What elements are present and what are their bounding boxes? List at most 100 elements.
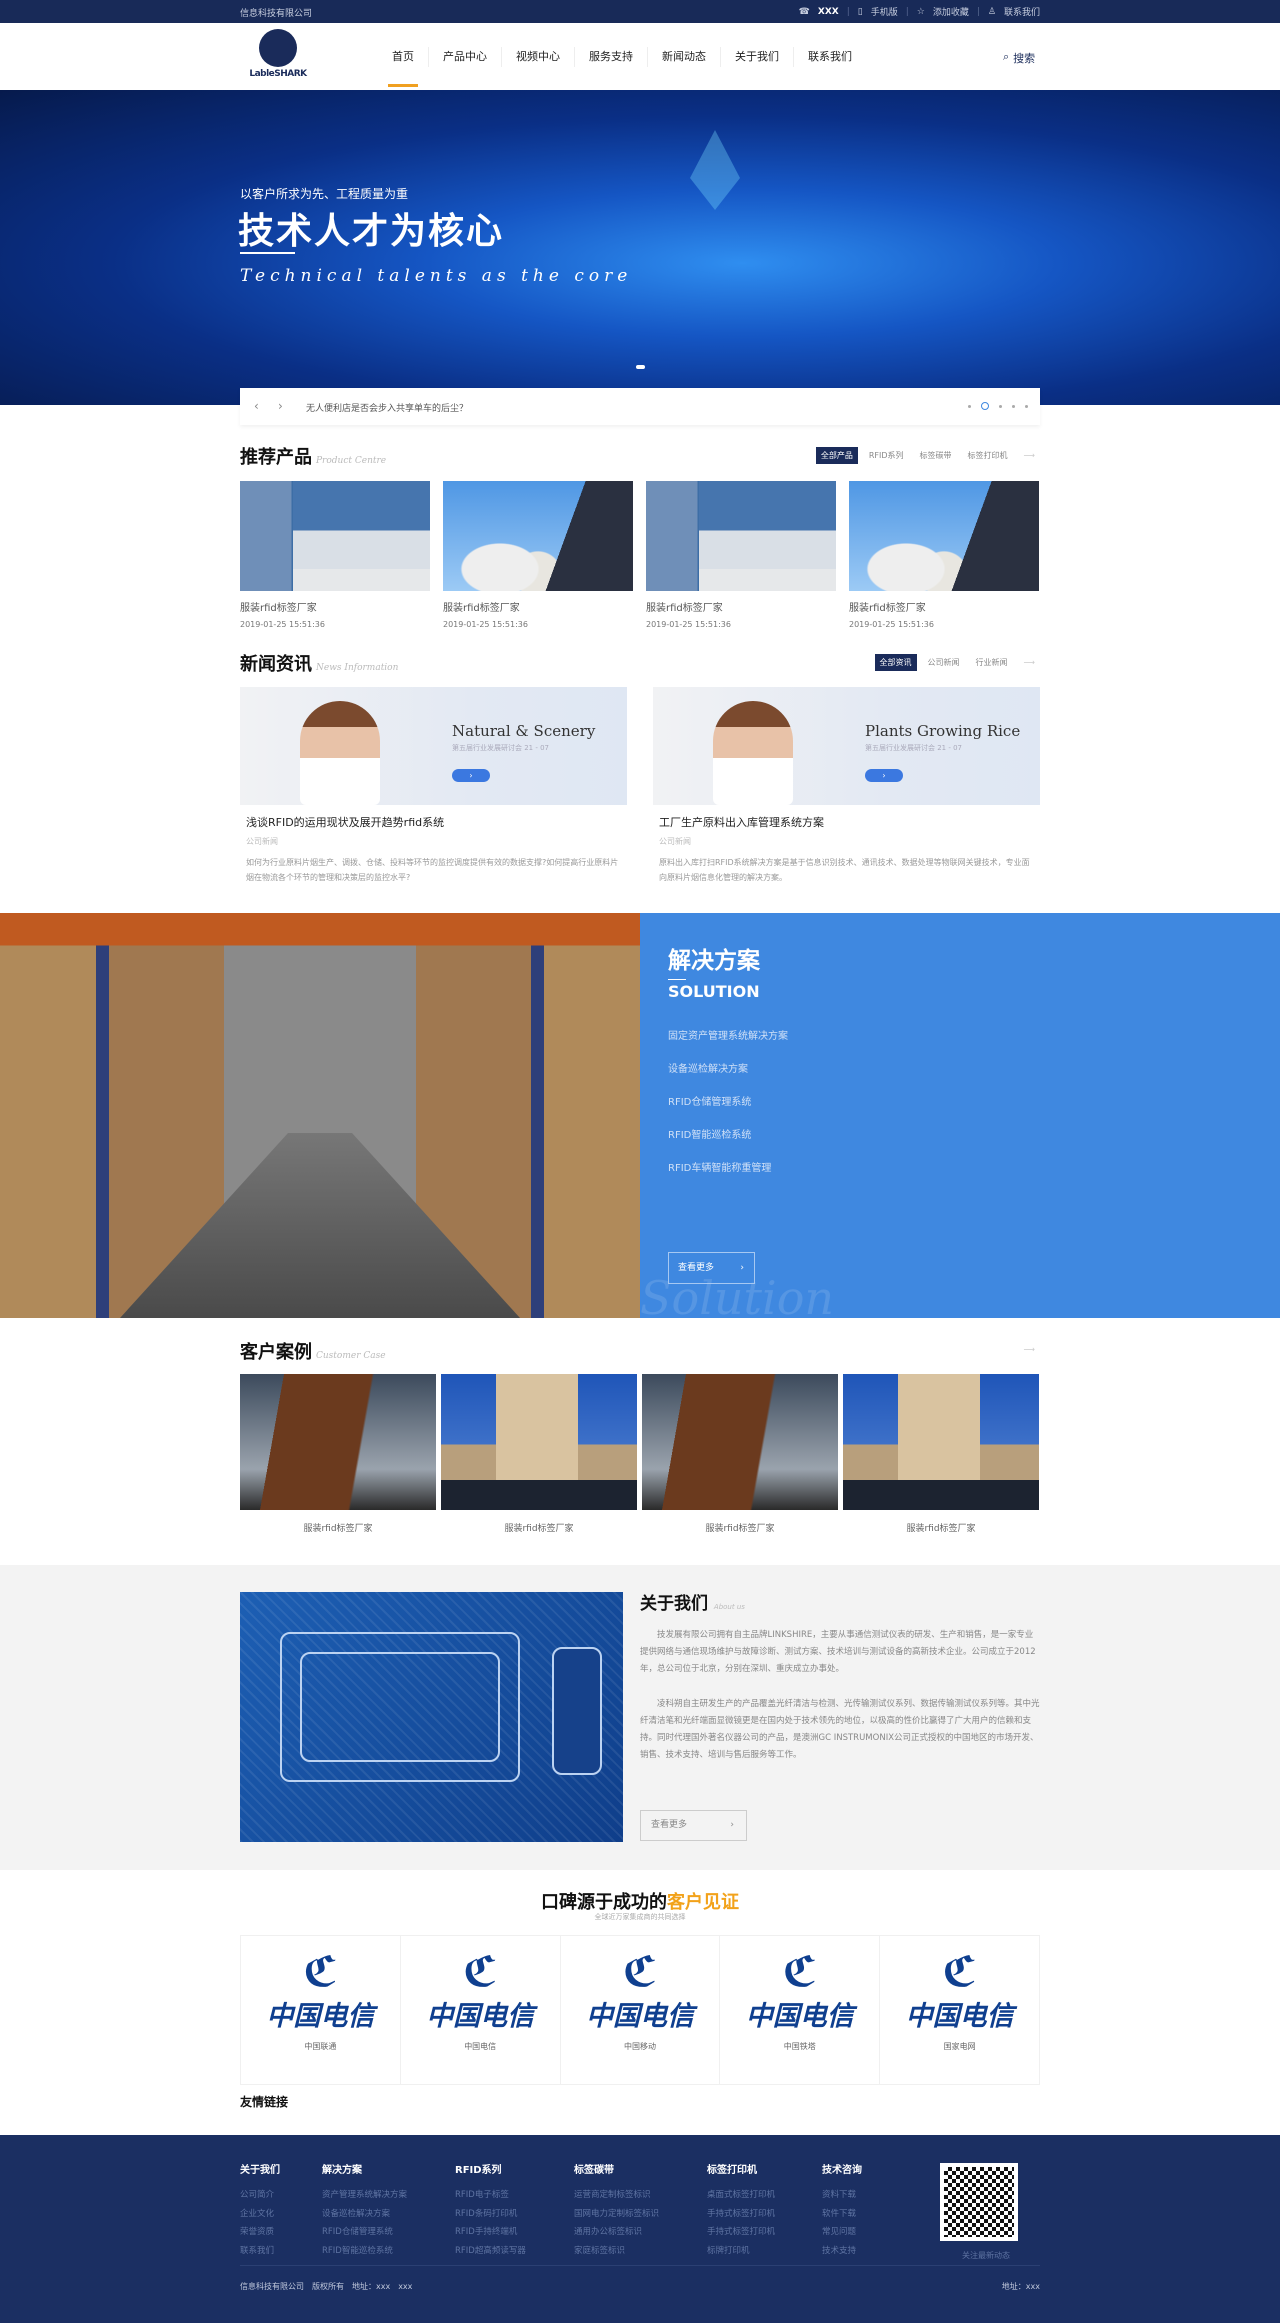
client-logo[interactable]: ℭ 中国电信 中国铁塔: [720, 1936, 881, 2084]
case-title[interactable]: 服装rfid标签厂家: [240, 1521, 436, 1534]
company-name: 信息科技有限公司: [240, 9, 313, 19]
case-title[interactable]: 服装rfid标签厂家: [441, 1521, 637, 1534]
favorite-link[interactable]: 添加收藏: [933, 5, 969, 18]
footer-link[interactable]: 手持式标签打印机: [707, 2223, 775, 2242]
nav-videos[interactable]: 视频中心: [502, 47, 575, 67]
product-title[interactable]: 服装rfid标签厂家: [646, 599, 836, 614]
case-image[interactable]: [441, 1374, 637, 1510]
client-logo[interactable]: ℭ 中国电信 中国联通: [241, 1936, 401, 2084]
case-image[interactable]: [240, 1374, 436, 1510]
product-image[interactable]: [849, 481, 1039, 591]
case-card[interactable]: 服装rfid标签厂家: [240, 1374, 436, 1534]
more-arrow-icon[interactable]: ⟶: [1019, 655, 1040, 670]
case-card[interactable]: 服装rfid标签厂家: [441, 1374, 637, 1534]
solution-item[interactable]: RFID仓储管理系统: [668, 1093, 751, 1108]
footer-link[interactable]: 资料下载: [822, 2186, 862, 2205]
product-image[interactable]: [240, 481, 430, 591]
logo[interactable]: LableSHARK: [240, 29, 316, 85]
product-card[interactable]: 服装rfid标签厂家 2019-01-25 15:51:36: [240, 481, 430, 629]
nav-about[interactable]: 关于我们: [721, 47, 794, 67]
nav-contact[interactable]: 联系我们: [794, 47, 866, 67]
footer-link[interactable]: 软件下载: [822, 2205, 862, 2224]
client-logo[interactable]: ℭ 中国电信 中国移动: [561, 1936, 721, 2084]
footer-link[interactable]: 荣誉资质: [240, 2223, 280, 2242]
footer-link[interactable]: 标牌打印机: [707, 2242, 775, 2261]
product-card[interactable]: 服装rfid标签厂家 2019-01-25 15:51:36: [443, 481, 633, 629]
tab-company-news[interactable]: 公司新闻: [923, 654, 965, 671]
footer-link[interactable]: 联系我们: [240, 2242, 280, 2261]
news-title[interactable]: 浅谈RFID的运用现状及展开趋势rfid系统: [246, 814, 621, 830]
tab-rfid[interactable]: RFID系列: [864, 447, 909, 464]
solution-more-button[interactable]: 查看更多 ›: [668, 1252, 755, 1284]
about-paragraph: 技发展有限公司拥有自主品牌LINKSHIRE，主要从事通信测试仪表的研发、生产和…: [640, 1630, 1036, 1674]
footer-link[interactable]: 桌面式标签打印机: [707, 2186, 775, 2205]
nav-home[interactable]: 首页: [378, 47, 429, 87]
footer-link[interactable]: RFID电子标签: [455, 2186, 526, 2205]
footer-link[interactable]: 运营商定制标签标识: [574, 2186, 659, 2205]
client-logo[interactable]: ℭ 中国电信 国家电网: [880, 1936, 1039, 2084]
footer-link[interactable]: 常见问题: [822, 2223, 862, 2242]
solution-item[interactable]: RFID智能巡检系统: [668, 1126, 751, 1141]
footer-link[interactable]: 资产管理系统解决方案: [322, 2186, 407, 2205]
product-title[interactable]: 服装rfid标签厂家: [849, 599, 1039, 614]
prev-arrow-icon[interactable]: ‹: [254, 399, 259, 413]
contact-link[interactable]: 联系我们: [1004, 5, 1040, 18]
client-logo[interactable]: ℭ 中国电信 中国电信: [401, 1936, 561, 2084]
news-image[interactable]: Natural & Scenery 第五届行业发展研讨会 21 - 07 ›: [240, 687, 627, 805]
case-title[interactable]: 服装rfid标签厂家: [843, 1521, 1039, 1534]
footer-link[interactable]: RFID智能巡检系统: [322, 2242, 407, 2261]
solution-item[interactable]: 固定资产管理系统解决方案: [668, 1027, 788, 1042]
more-arrow-icon[interactable]: ⟶: [1019, 448, 1040, 463]
footer-column-title: 标签打印机: [707, 2165, 757, 2176]
tab-all-products[interactable]: 全部产品: [815, 447, 858, 464]
case-image[interactable]: [642, 1374, 838, 1510]
footer-link[interactable]: 设备巡检解决方案: [322, 2205, 407, 2224]
tab-all-news[interactable]: 全部资讯: [874, 654, 917, 671]
case-card[interactable]: 服装rfid标签厂家: [843, 1374, 1039, 1534]
product-title[interactable]: 服装rfid标签厂家: [240, 599, 430, 614]
nav-news[interactable]: 新闻动态: [648, 47, 721, 67]
product-image[interactable]: [443, 481, 633, 591]
ticker-text[interactable]: 无人便利店是否会步入共享单车的后尘？: [306, 401, 468, 414]
tab-printer[interactable]: 标签打印机: [963, 447, 1013, 464]
search-button[interactable]: ⌕ 搜索: [1003, 50, 1035, 66]
footer-link[interactable]: RFID超高频读写器: [455, 2242, 526, 2261]
products-header: 推荐产品 Product Centre 全部产品 RFID系列 标签碳带 标签打印…: [240, 443, 1040, 473]
about-more-button[interactable]: 查看更多 ›: [640, 1810, 747, 1841]
footer-link[interactable]: 国网电力定制标签标识: [574, 2205, 659, 2224]
carousel-indicator[interactable]: [636, 365, 645, 369]
footer-link[interactable]: 公司简介: [240, 2186, 280, 2205]
nav-support[interactable]: 服务支持: [575, 47, 648, 67]
footer-link[interactable]: 技术支持: [822, 2242, 862, 2261]
solution-item[interactable]: 设备巡检解决方案: [668, 1060, 748, 1075]
mobile-link[interactable]: 手机版: [871, 5, 898, 18]
footer-link[interactable]: RFID手持终端机: [455, 2223, 526, 2242]
news-card[interactable]: Plants Growing Rice 第五届行业发展研讨会 21 - 07 ›…: [653, 687, 1040, 885]
tab-industry-news[interactable]: 行业新闻: [971, 654, 1013, 671]
product-card[interactable]: 服装rfid标签厂家 2019-01-25 15:51:36: [849, 481, 1039, 629]
news-banner-subtitle: 第五届行业发展研讨会 21 - 07: [452, 744, 550, 752]
news-title[interactable]: 工厂生产原料出入库管理系统方案: [659, 814, 1034, 830]
next-arrow-icon[interactable]: ›: [278, 399, 283, 413]
case-image[interactable]: [843, 1374, 1039, 1510]
footer-link[interactable]: RFID条码打印机: [455, 2205, 526, 2224]
footer-link[interactable]: RFID仓储管理系统: [322, 2223, 407, 2242]
product-image[interactable]: [646, 481, 836, 591]
case-title[interactable]: 服装rfid标签厂家: [642, 1521, 838, 1534]
product-card[interactable]: 服装rfid标签厂家 2019-01-25 15:51:36: [646, 481, 836, 629]
tab-ribbon[interactable]: 标签碳带: [915, 447, 957, 464]
solution-item[interactable]: RFID车辆智能称重管理: [668, 1159, 771, 1174]
product-title[interactable]: 服装rfid标签厂家: [443, 599, 633, 614]
footer-link[interactable]: 通用办公标签标识: [574, 2223, 659, 2242]
footer-link[interactable]: 家庭标签标识: [574, 2242, 659, 2261]
news-card[interactable]: Natural & Scenery 第五届行业发展研讨会 21 - 07 › 浅…: [240, 687, 627, 885]
footer-link[interactable]: 企业文化: [240, 2205, 280, 2224]
news-image[interactable]: Plants Growing Rice 第五届行业发展研讨会 21 - 07 ›: [653, 687, 1040, 805]
chevron-right-icon[interactable]: ›: [452, 769, 490, 782]
ticker-dots[interactable]: [968, 402, 1028, 410]
more-arrow-icon[interactable]: ⟶: [1019, 1342, 1040, 1357]
case-card[interactable]: 服装rfid标签厂家: [642, 1374, 838, 1534]
nav-products[interactable]: 产品中心: [429, 47, 502, 67]
footer-link[interactable]: 手持式标签打印机: [707, 2205, 775, 2224]
chevron-right-icon[interactable]: ›: [865, 769, 903, 782]
